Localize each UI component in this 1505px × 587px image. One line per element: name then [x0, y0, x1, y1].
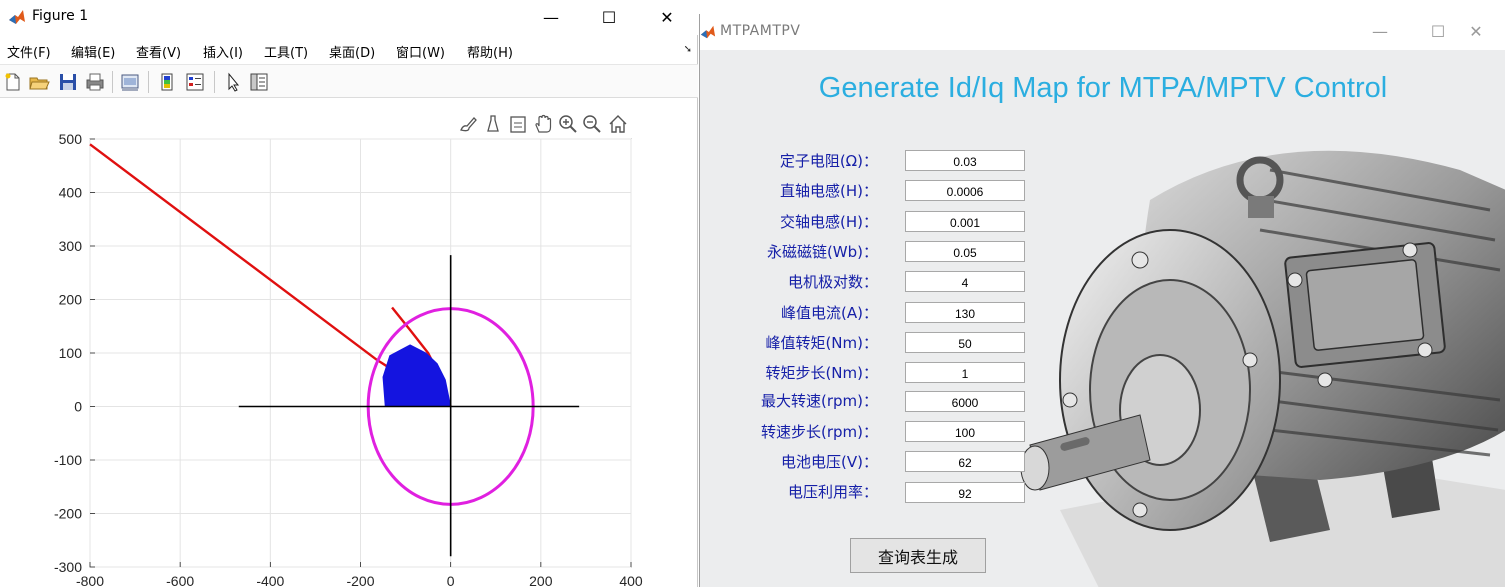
print-icon[interactable] — [84, 71, 106, 93]
colorbar-icon[interactable] — [156, 71, 178, 93]
x-tick-label: 0 — [447, 573, 455, 587]
voltage-utilization-input[interactable] — [905, 482, 1025, 503]
y-tick-label: -100 — [54, 452, 82, 468]
y-tick-label: -200 — [54, 506, 82, 522]
menu-desktop[interactable]: 桌面(D) — [329, 42, 375, 61]
pole-pairs-input[interactable] — [905, 271, 1025, 292]
y-tick-label: 0 — [74, 399, 82, 415]
figure-title: Figure 1 — [32, 8, 89, 24]
param-label-speed-step: 转速步长(rpm)： — [760, 423, 878, 441]
generate-table-button[interactable]: 查询表生成 — [850, 538, 986, 573]
param-label-max-speed: 最大转速(rpm)： — [760, 392, 878, 410]
menu-view[interactable]: 查看(V) — [136, 42, 181, 61]
app-title: MTPAMTPV — [720, 23, 801, 39]
save-icon[interactable] — [57, 71, 79, 93]
peak-current-input[interactable] — [905, 302, 1025, 323]
matlab-logo-icon — [700, 25, 716, 39]
x-tick-label: 400 — [619, 573, 643, 587]
battery-voltage-input[interactable] — [905, 451, 1025, 472]
x-tick-label: -200 — [346, 573, 374, 587]
figure-toolbar — [0, 64, 698, 98]
open-folder-icon[interactable] — [28, 71, 50, 93]
app-content: Generate Id/Iq Map for MTPA/MPTV Control… — [700, 50, 1505, 587]
app-titlebar: MTPAMTPV — ☐ ✕ — [700, 14, 1505, 50]
speed-step-input[interactable] — [905, 421, 1025, 442]
toolbar-separator — [214, 71, 215, 93]
param-label-flux-linkage: 永磁磁链(Wb)： — [766, 243, 878, 261]
param-label-stator-resistance: 定子电阻(Ω)： — [779, 152, 878, 170]
property-editor-icon[interactable] — [248, 71, 270, 93]
pointer-icon[interactable] — [222, 71, 244, 93]
y-tick-label: 200 — [59, 292, 83, 308]
max-speed-input[interactable] — [905, 391, 1025, 412]
param-label-q-axis-inductance: 交轴电感(H)： — [780, 213, 878, 231]
mtpa-app-window: MTPAMTPV — ☐ ✕ Generate Id/Iq Map for MT… — [699, 14, 1505, 587]
torque-step-input[interactable] — [905, 362, 1025, 383]
x-tick-label: -800 — [76, 573, 104, 587]
legend-icon[interactable] — [184, 71, 206, 93]
maximize-icon: ☐ — [1430, 22, 1446, 41]
plot-area: -800 -600 -400 -200 0 200 400 -300 -200 -100 0 100 2… — [54, 131, 643, 587]
minimize-icon: — — [1372, 22, 1388, 41]
menu-insert[interactable]: 插入(I) — [203, 42, 243, 61]
close-icon: ✕ — [660, 8, 674, 27]
close-button[interactable]: ✕ — [644, 0, 690, 35]
q-axis-inductance-input[interactable] — [905, 211, 1025, 232]
peak-torque-input[interactable] — [905, 332, 1025, 353]
param-label-peak-current: 峰值电流(A)： — [781, 304, 878, 322]
maximize-icon: ☐ — [601, 8, 617, 27]
x-tick-label: 200 — [529, 573, 553, 587]
param-label-peak-torque: 峰值转矩(Nm)： — [765, 334, 878, 352]
y-tick-label: 300 — [59, 238, 83, 254]
minimize-button[interactable]: — — [528, 0, 574, 35]
menu-tools[interactable]: 工具(T) — [264, 42, 308, 61]
x-tick-label: -600 — [166, 573, 194, 587]
electric-motor-image — [1020, 150, 1505, 587]
close-icon: ✕ — [1469, 22, 1483, 41]
dock-arrow-icon[interactable]: ➘ — [684, 44, 692, 55]
param-label-battery-voltage: 电池电压(V)： — [781, 453, 878, 471]
close-button[interactable]: ✕ — [1453, 14, 1499, 49]
flux-linkage-input[interactable] — [905, 241, 1025, 262]
y-tick-label: 100 — [59, 345, 83, 361]
app-heading: Generate Id/Iq Map for MTPA/MPTV Control — [818, 72, 1388, 104]
d-axis-inductance-input[interactable] — [905, 180, 1025, 201]
stator-resistance-input[interactable] — [905, 150, 1025, 171]
y-tick-label: 500 — [59, 131, 83, 147]
param-label-d-axis-inductance: 直轴电感(H)： — [780, 182, 878, 200]
link-figure-icon[interactable] — [119, 71, 141, 93]
param-label-voltage-utilization: 电压利用率： — [787, 483, 878, 501]
param-label-pole-pairs: 电机极对数： — [787, 273, 878, 291]
new-file-icon[interactable] — [2, 71, 24, 93]
toolbar-separator — [148, 71, 149, 93]
figure-titlebar: Figure 1 — ☐ ✕ — [0, 0, 698, 35]
menu-edit[interactable]: 编辑(E) — [71, 42, 115, 61]
y-tick-label: 400 — [59, 185, 83, 201]
maximize-button[interactable]: ☐ — [586, 0, 632, 35]
y-tick-label: -300 — [54, 559, 82, 575]
param-label-torque-step: 转矩步长(Nm)： — [765, 364, 878, 382]
minimize-button[interactable]: — — [1357, 14, 1403, 49]
menu-window[interactable]: 窗口(W) — [396, 42, 445, 61]
menu-help[interactable]: 帮助(H) — [467, 42, 513, 61]
figure-menubar: 文件(F) 编辑(E) 查看(V) 插入(I) 工具(T) 桌面(D) 窗口(W… — [0, 38, 698, 62]
menu-file[interactable]: 文件(F) — [7, 42, 51, 61]
matlab-logo-icon — [9, 10, 25, 24]
minimize-icon: — — [543, 8, 559, 27]
figure-window: Figure 1 — ☐ ✕ 文件(F) 编辑(E) 查看(V) 插入(I) 工… — [0, 0, 698, 587]
toolbar-separator — [112, 71, 113, 93]
x-tick-label: -400 — [256, 573, 284, 587]
